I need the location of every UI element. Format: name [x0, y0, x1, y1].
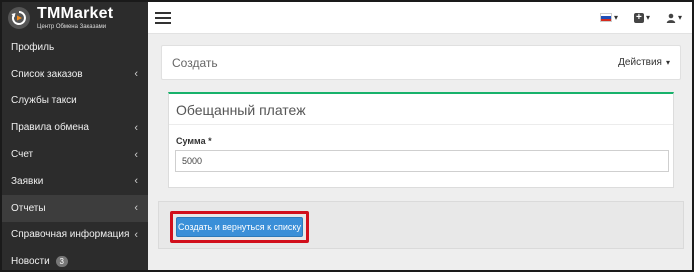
page-title: Создать	[172, 55, 218, 70]
user-dropdown[interactable]: ▾	[666, 13, 682, 23]
sidebar-item-label: Службы такси	[11, 95, 77, 107]
sidebar-item-taxi-services[interactable]: Службы такси	[2, 88, 148, 115]
sidebar-item-label: Профиль	[11, 41, 55, 53]
app-window: TMMarket Центр Обмена Заказами Профиль С…	[0, 0, 694, 272]
sidebar-item-reference[interactable]: Справочная информация ‹	[2, 222, 148, 249]
highlight-box: Создать и вернуться к списку	[170, 211, 309, 243]
sidebar-menu: Профиль Список заказов ‹ Службы такси Пр…	[2, 34, 148, 270]
chevron-left-icon: ‹	[134, 121, 138, 134]
form-actions-panel: Создать и вернуться к списку	[158, 201, 684, 249]
sidebar-item-label: Справочная информация	[11, 229, 130, 241]
user-icon	[666, 13, 676, 23]
plus-square-icon: +	[633, 12, 644, 23]
add-dropdown[interactable]: + ▾	[633, 12, 650, 23]
main-content: Создать Действия ▾ Обещанный платеж Сумм…	[148, 34, 692, 270]
russian-flag-icon	[599, 13, 612, 22]
actions-label: Действия	[618, 57, 662, 68]
brand-title: TMMarket	[37, 5, 114, 22]
caret-down-icon: ▾	[645, 13, 650, 22]
sidebar-item-label: Правила обмена	[11, 122, 89, 134]
sidebar-item-label: Отчеты	[11, 202, 46, 214]
chevron-left-icon: ‹	[134, 202, 138, 215]
caret-down-icon: ▾	[665, 58, 670, 67]
sidebar-item-label: Счет	[11, 149, 34, 161]
caret-down-icon: ▾	[613, 13, 618, 22]
sidebar-item-reports[interactable]: Отчеты ‹	[2, 194, 148, 222]
form-divider	[169, 124, 673, 125]
language-dropdown[interactable]: ▾	[599, 13, 618, 22]
sidebar-item-label: Новости	[11, 256, 50, 268]
sidebar-item-label: Заявки	[11, 175, 44, 187]
page-header-panel: Создать Действия ▾	[161, 45, 681, 80]
sidebar-item-profile[interactable]: Профиль	[2, 34, 148, 61]
news-count-badge: 3	[55, 256, 68, 268]
amount-input[interactable]	[175, 150, 669, 172]
chevron-left-icon: ‹	[134, 228, 138, 241]
brand-subtitle: Центр Обмена Заказами	[37, 24, 107, 30]
actions-dropdown[interactable]: Действия ▾	[618, 57, 670, 68]
sidebar-item-exchange-rules[interactable]: Правила обмена ‹	[2, 114, 148, 141]
promised-payment-form: Обещанный платеж Сумма *	[168, 92, 674, 188]
create-and-return-button[interactable]: Создать и вернуться к списку	[176, 217, 303, 237]
caret-down-icon: ▾	[677, 13, 682, 22]
amount-label: Сумма *	[176, 136, 212, 146]
form-title: Обещанный платеж	[176, 102, 306, 118]
top-navbar: ▾ + ▾ ▾	[148, 2, 692, 34]
chevron-left-icon: ‹	[134, 148, 138, 161]
sidebar-item-account[interactable]: Счет ‹	[2, 141, 148, 168]
refresh-logo-icon	[8, 7, 30, 29]
chevron-left-icon: ‹	[134, 175, 138, 188]
sidebar-item-news[interactable]: Новости 3	[2, 248, 148, 270]
chevron-left-icon: ‹	[134, 68, 138, 81]
hamburger-icon[interactable]	[155, 9, 171, 27]
sidebar-item-requests[interactable]: Заявки ‹	[2, 168, 148, 195]
sidebar-item-label: Список заказов	[11, 68, 83, 80]
sidebar: TMMarket Центр Обмена Заказами Профиль С…	[2, 2, 148, 270]
sidebar-item-orders[interactable]: Список заказов ‹	[2, 61, 148, 88]
brand[interactable]: TMMarket Центр Обмена Заказами	[2, 2, 148, 34]
